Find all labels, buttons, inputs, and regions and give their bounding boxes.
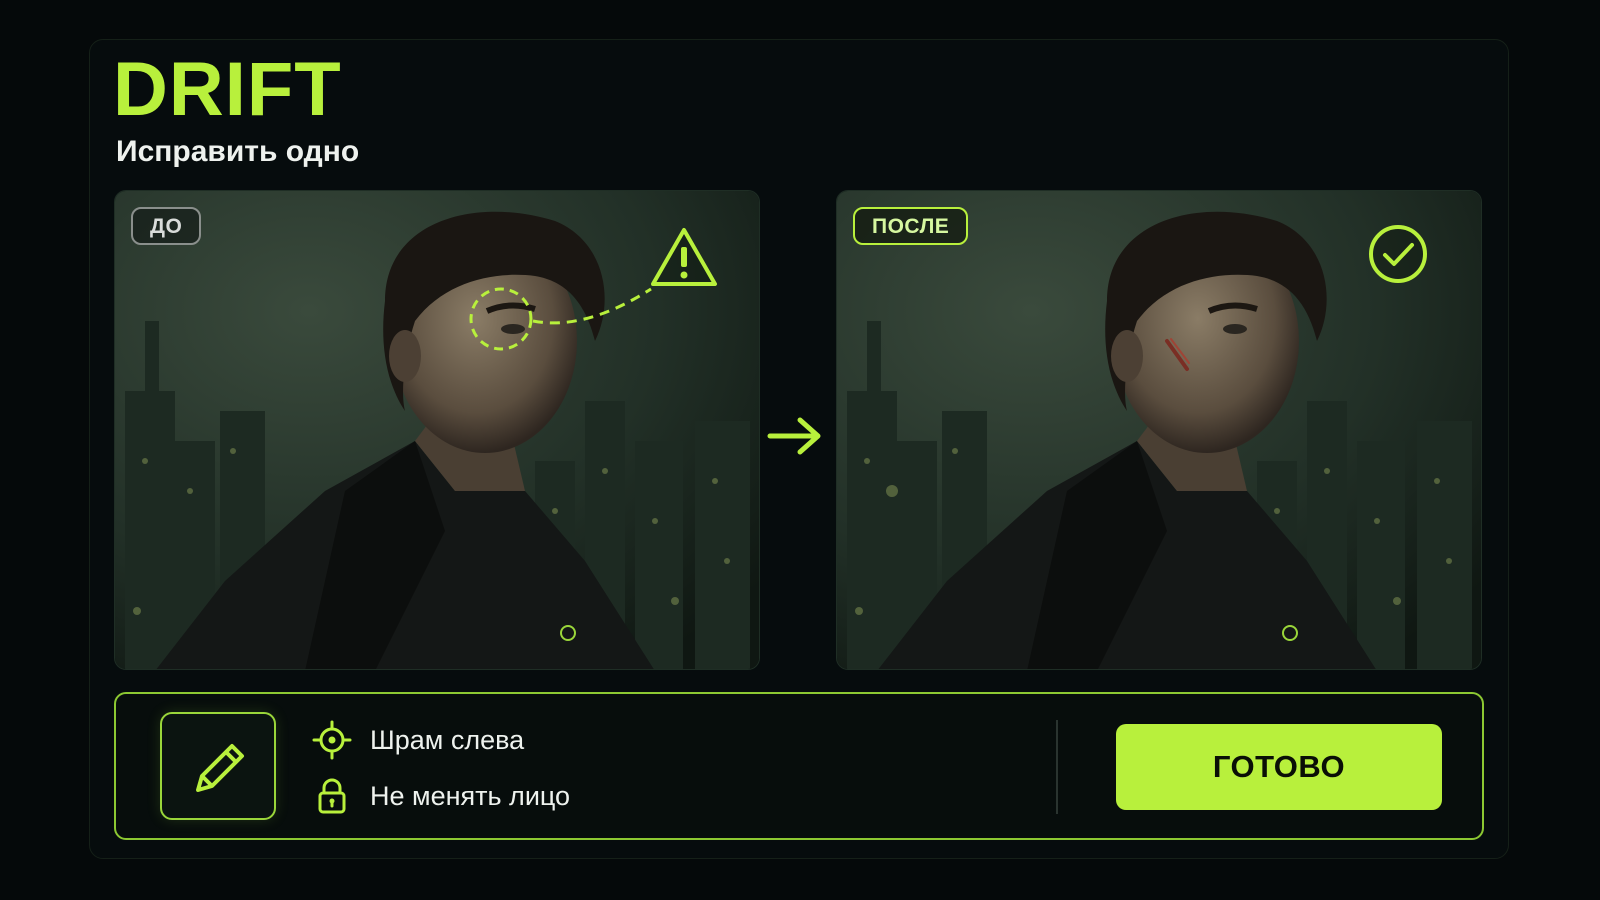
check-circle-icon (1369, 225, 1427, 283)
option-label: Шрам слева (370, 724, 525, 755)
warning-icon (651, 228, 717, 286)
option-keep-face[interactable]: Не менять лицо (312, 776, 570, 816)
divider (1056, 720, 1058, 814)
lock-icon (318, 778, 346, 814)
before-badge: ДО (131, 207, 202, 245)
edit-action-bar: Шрам слева Не менять лицо ГОТОВО (114, 692, 1484, 840)
after-image-panel: ПОСЛЕ (836, 190, 1482, 670)
pencil-icon (196, 744, 244, 792)
brand-logo: DRIFT (113, 47, 342, 132)
coat-button-icon (560, 625, 576, 641)
target-icon (312, 720, 352, 760)
option-scar-left[interactable]: Шрам слева (312, 720, 524, 760)
done-button[interactable]: ГОТОВО (1116, 724, 1442, 810)
option-label: Не менять лицо (370, 780, 571, 811)
edit-button[interactable] (160, 712, 276, 820)
after-badge: ПОСЛЕ (853, 207, 969, 245)
arrow-right-icon (767, 417, 821, 455)
before-image-panel: ДО (114, 190, 760, 670)
coat-button-icon (1282, 625, 1298, 641)
page-subtitle: Исправить одно (116, 135, 360, 168)
